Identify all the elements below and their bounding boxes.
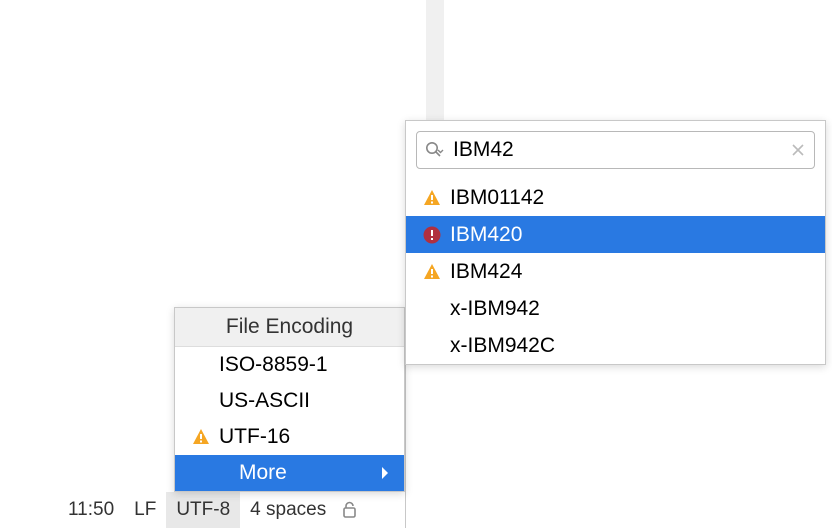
search-input[interactable] — [453, 138, 790, 162]
clear-icon[interactable] — [790, 142, 806, 158]
warning-icon — [422, 262, 450, 282]
encoding-result-label: IBM01142 — [450, 186, 544, 210]
error-icon — [422, 225, 450, 245]
search-box — [416, 131, 815, 169]
encoding-popup: File Encoding ISO-8859-1 US-ASCII UTF-16 M… — [174, 307, 405, 492]
encoding-result-item[interactable]: IBM420 — [406, 216, 825, 253]
encoding-more-popup: IBM01142 IBM420 IBM424 x-IBM942 x-IBM942C — [405, 120, 826, 365]
encoding-popup-title: File Encoding — [175, 308, 404, 347]
encoding-item[interactable]: UTF-16 — [175, 419, 404, 455]
status-line-ending[interactable]: LF — [124, 492, 166, 528]
encoding-result-label: IBM424 — [450, 260, 522, 284]
encoding-item[interactable]: ISO-8859-1 — [175, 347, 404, 383]
lock-icon[interactable] — [336, 501, 363, 519]
warning-icon — [191, 427, 219, 447]
status-bar: 11:50 LF UTF-8 4 spaces — [0, 492, 405, 528]
encoding-result-item[interactable]: x-IBM942 — [406, 290, 825, 327]
status-time[interactable]: 11:50 — [58, 492, 124, 528]
encoding-item-label: UTF-16 — [219, 425, 394, 449]
encoding-result-item[interactable]: IBM01142 — [406, 179, 825, 216]
encoding-result-item[interactable]: IBM424 — [406, 253, 825, 290]
status-encoding[interactable]: UTF-8 — [166, 492, 240, 528]
encoding-item-label: More — [239, 461, 380, 485]
warning-icon — [422, 188, 450, 208]
scrollbar-track[interactable] — [426, 0, 444, 120]
encoding-result-label: IBM420 — [450, 223, 522, 247]
status-indent[interactable]: 4 spaces — [240, 492, 336, 528]
encoding-result-item[interactable]: x-IBM942C — [406, 327, 825, 364]
encoding-result-label: x-IBM942 — [450, 297, 540, 321]
encoding-result-label: x-IBM942C — [450, 334, 555, 358]
chevron-right-icon — [380, 466, 390, 480]
search-icon[interactable] — [425, 141, 445, 159]
encoding-item[interactable]: More — [175, 455, 404, 491]
encoding-item[interactable]: US-ASCII — [175, 383, 404, 419]
encoding-item-label: ISO-8859-1 — [219, 353, 394, 377]
encoding-item-label: US-ASCII — [219, 389, 394, 413]
